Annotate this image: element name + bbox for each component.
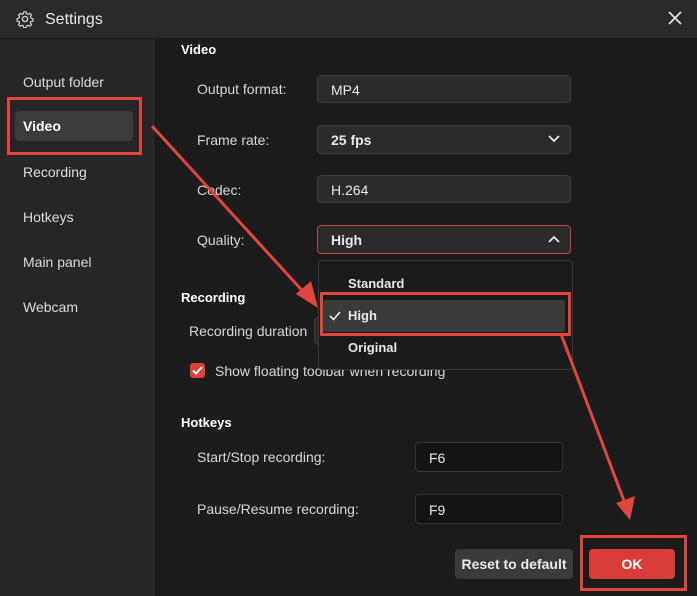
check-icon [329, 311, 341, 321]
frame-rate-value: 25 fps [331, 132, 372, 148]
chevron-up-icon [548, 235, 560, 243]
reset-to-default-button[interactable]: Reset to default [455, 549, 573, 579]
sidebar: Output folder Video Recording Hotkeys Ma… [0, 39, 154, 596]
quality-label: Quality: [197, 232, 245, 248]
quality-option-original[interactable]: Original [319, 332, 570, 364]
sidebar-item-recording[interactable]: Recording [15, 157, 133, 187]
sidebar-item-video[interactable]: Video [15, 111, 133, 141]
start-stop-hotkey-field[interactable]: F6 [415, 442, 563, 472]
gear-icon [16, 11, 34, 28]
quality-select[interactable]: High [317, 225, 571, 254]
frame-rate-select[interactable]: 25 fps [317, 125, 571, 154]
ok-button[interactable]: OK [589, 549, 675, 579]
quality-option-standard[interactable]: Standard [319, 268, 570, 300]
codec-field[interactable]: H.264 [317, 175, 571, 203]
window-title: Settings [45, 11, 103, 28]
video-section-title: Video [181, 42, 217, 57]
start-stop-label: Start/Stop recording: [197, 449, 326, 465]
quality-value: High [331, 232, 363, 248]
recording-duration-label: Recording duration [189, 323, 308, 339]
hotkeys-section-title: Hotkeys [181, 415, 232, 430]
output-format-label: Output format: [197, 81, 287, 97]
pause-resume-label: Pause/Resume recording: [197, 501, 359, 517]
codec-label: Codec: [197, 182, 242, 198]
recording-section-title: Recording [181, 290, 246, 305]
checkmark-icon [192, 366, 203, 375]
close-icon[interactable] [667, 10, 683, 26]
sidebar-item-output-folder[interactable]: Output folder [15, 67, 133, 97]
sidebar-item-webcam[interactable]: Webcam [15, 292, 133, 322]
title-bar: Settings [0, 0, 697, 39]
quality-option-high[interactable]: High [323, 300, 565, 332]
frame-rate-label: Frame rate: [197, 132, 270, 148]
quality-option-high-label: High [348, 308, 377, 323]
output-format-field[interactable]: MP4 [317, 75, 571, 103]
sidebar-item-main-panel[interactable]: Main panel [15, 247, 133, 277]
sidebar-item-hotkeys[interactable]: Hotkeys [15, 202, 133, 232]
quality-dropdown: Standard High Original [318, 260, 573, 370]
chevron-down-icon [548, 135, 560, 143]
pause-resume-hotkey-field[interactable]: F9 [415, 494, 563, 524]
floating-toolbar-checkbox[interactable] [190, 363, 205, 378]
